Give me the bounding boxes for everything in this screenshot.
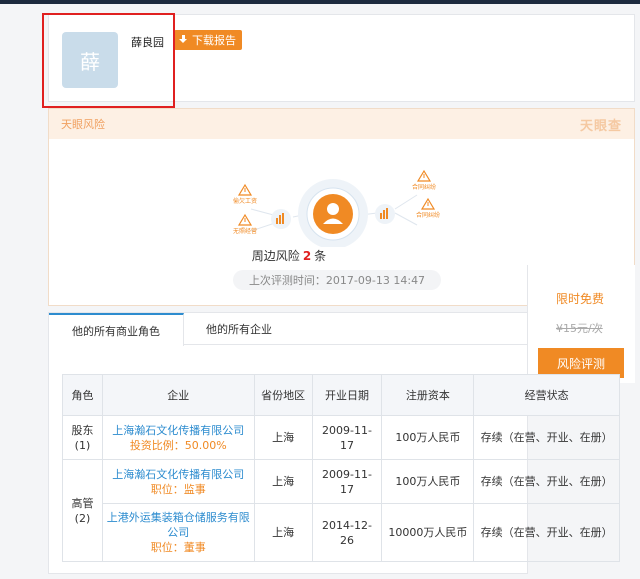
status-cell: 存续（在营、开业、在册） [473, 503, 620, 562]
warning-icon [237, 213, 253, 226]
tianyancha-logo: 天眼查 [579, 118, 622, 134]
company-cell: 上海瀚石文化传播有限公司 职位：监事 [101, 459, 255, 504]
risk-title: 天眼风险 [61, 118, 105, 131]
capital-cell: 100万人民币 [381, 415, 475, 460]
capital-cell: 10000万人民币 [381, 503, 475, 562]
risk-graph: 偷欠工资 无照经营 合同纠纷 合同纠纷 [233, 169, 440, 247]
province-cell: 上海 [253, 415, 313, 460]
role-cell: 股东(1) [62, 415, 103, 460]
column-header: 企业 [101, 374, 255, 416]
role-cell: 高管(2) [62, 459, 103, 562]
company-link[interactable]: 上海瀚石文化传播有限公司 [106, 467, 251, 482]
download-report-label: 下载报告 [192, 34, 236, 47]
risk-node-label[interactable]: 偷欠工资 [233, 197, 257, 205]
company-link[interactable]: 上海瀚石文化传播有限公司 [106, 423, 251, 438]
tab-bar: 他的所有商业角色 他的所有企业 [49, 313, 527, 346]
column-header: 开业日期 [311, 374, 383, 416]
table-row: 上港外运集装箱仓储服务有限公司 职位：董事 上海 2014-12-26 1000… [63, 503, 620, 562]
last-evaluation-time: 上次评测时间：2017-09-13 14:47 [233, 270, 441, 290]
column-header: 省份地区 [253, 374, 313, 416]
position-label: 职位：监事 [150, 482, 206, 496]
risk-count-number: 2 [302, 249, 312, 263]
date-cell: 2009-11-17 [311, 459, 383, 504]
top-bar [0, 0, 640, 4]
risk-header: 天眼风险 天眼查 [49, 109, 634, 139]
province-cell: 上海 [253, 503, 313, 562]
status-cell: 存续（在营、开业、在册） [473, 415, 620, 460]
risk-node-label[interactable]: 无照经营 [233, 227, 257, 235]
province-cell: 上海 [253, 459, 313, 504]
warning-icon [420, 197, 436, 210]
tab-all-companies[interactable]: 他的所有企业 [184, 313, 294, 345]
date-cell: 2014-12-26 [311, 503, 383, 562]
risk-node-label[interactable]: 合同纠纷 [412, 183, 436, 191]
risk-count-suffix: 条 [314, 249, 327, 263]
status-cell: 存续（在营、开业、在册） [473, 459, 620, 504]
risk-count: 周边风险 2 条 [49, 247, 529, 264]
original-price: ¥15元/次 [556, 322, 603, 335]
company-cell: 上港外运集装箱仓储服务有限公司 职位：董事 [101, 503, 255, 562]
download-report-button[interactable]: 下载报告 [174, 30, 242, 50]
risk-count-prefix: 周边风险 [251, 249, 300, 263]
table-header-row: 角色 企业 省份地区 开业日期 注册资本 经营状态 [62, 374, 620, 416]
download-icon [179, 35, 188, 45]
table-row: 股东(1) 上海瀚石文化传播有限公司 投资比例：50.00% 上海 2009-1… [62, 415, 620, 460]
table-row: 高管(2) 上海瀚石文化传播有限公司 职位：监事 上海 2009-11-17 1… [62, 459, 620, 562]
date-cell: 2009-11-17 [311, 415, 383, 460]
roles-table: 角色 企业 省份地区 开业日期 注册资本 经营状态 股东(1) 上海瀚石文化传播… [62, 374, 620, 562]
column-header: 经营状态 [473, 374, 620, 416]
investment-ratio: 投资比例：50.00% [129, 438, 227, 452]
risk-node-label[interactable]: 合同纠纷 [416, 211, 440, 219]
warning-icon [416, 169, 432, 182]
limited-free-label: 限时免费 [556, 292, 605, 306]
company-link[interactable]: 上港外运集装箱仓储服务有限公司 [106, 510, 251, 540]
tab-business-roles[interactable]: 他的所有商业角色 [49, 313, 184, 346]
highlight-box [42, 13, 175, 108]
position-label: 职位：董事 [150, 541, 206, 554]
column-header: 注册资本 [381, 374, 475, 416]
column-header: 角色 [62, 374, 103, 416]
company-cell: 上海瀚石文化传播有限公司 投资比例：50.00% [101, 415, 255, 460]
capital-cell: 100万人民币 [381, 459, 475, 504]
warning-icon [237, 183, 253, 196]
